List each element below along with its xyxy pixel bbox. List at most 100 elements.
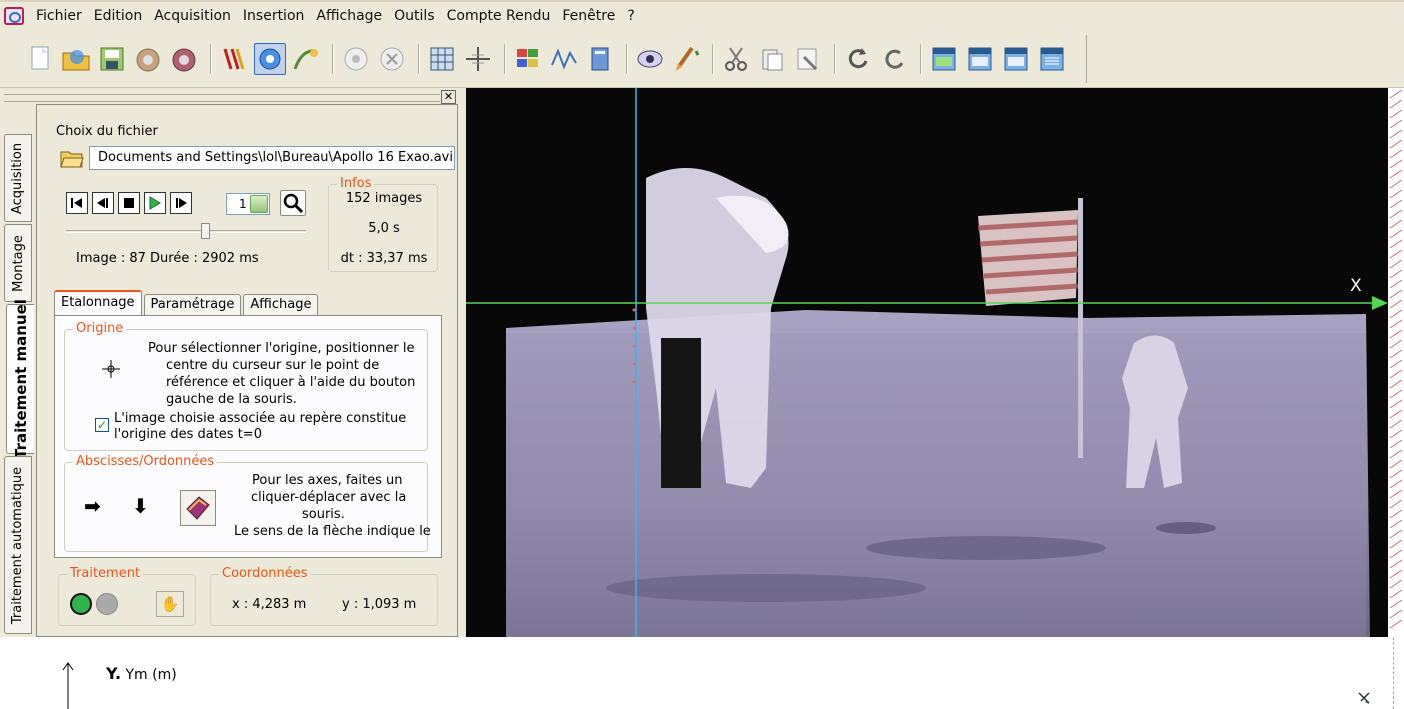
path-icon[interactable]: [290, 43, 322, 75]
spinner-arrows-icon[interactable]: [250, 195, 268, 213]
origine-text-1: Pour sélectionner l'origine, positionner…: [148, 341, 415, 356]
help-book-button[interactable]: [180, 490, 216, 526]
origine-text-4: gauche de la souris.: [166, 392, 297, 407]
menu-fichier[interactable]: Fichier: [30, 3, 88, 29]
abscisses-title: Abscisses/Ordonnées: [73, 454, 218, 469]
file-path-field[interactable]: Documents and Settings\lol\Bureau\Apollo…: [89, 146, 455, 170]
window-icon-2[interactable]: [964, 43, 996, 75]
menu-fenetre[interactable]: Fenêtre: [556, 3, 621, 29]
print-preview-icon[interactable]: [168, 43, 200, 75]
info-duration: 5,0 s: [368, 221, 400, 236]
print-icon[interactable]: [132, 43, 164, 75]
coord-y: y : 1,093 m: [342, 597, 417, 612]
absc-text-1: Pour les axes, faites un: [252, 473, 403, 488]
hand-icon[interactable]: ✋: [156, 591, 184, 617]
tab-montage[interactable]: Montage: [4, 224, 32, 302]
toolbar-separator: [418, 43, 420, 74]
arrow-down-icon[interactable]: ⬇: [132, 494, 149, 518]
settings-tabs: Etalonnage Paramétrage Affichage: [54, 290, 320, 316]
menu-acquisition[interactable]: Acquisition: [148, 3, 237, 29]
toolbar-separator: [332, 43, 334, 74]
tab-label: Acquisition: [10, 142, 26, 214]
arrow-right-icon[interactable]: ➡: [84, 494, 101, 518]
refresh-target-icon[interactable]: [254, 42, 286, 75]
infos-title: Infos: [337, 176, 375, 191]
absc-text-4: Le sens de la flèche indique le: [234, 524, 431, 539]
stop-button[interactable]: [118, 192, 140, 214]
frame-step-spinner[interactable]: 1: [226, 193, 270, 215]
menu-insertion[interactable]: Insertion: [237, 3, 310, 29]
traitement-title: Traitement: [67, 566, 144, 581]
brush-icon[interactable]: [670, 43, 702, 75]
curve-icon[interactable]: [548, 43, 580, 75]
toolbar-separator: [712, 43, 714, 74]
origine-text-3: référence et cliquer à l'aide du bouton: [166, 375, 416, 390]
prev-frame-button[interactable]: [92, 192, 114, 214]
info-images: 152 images: [345, 191, 423, 206]
moon-scene-image: [466, 88, 1404, 637]
toolbar-separator: [626, 43, 628, 74]
crosshair-icon: [102, 360, 120, 378]
x-axis-label: X: [1350, 276, 1362, 296]
undo-icon[interactable]: [842, 43, 874, 75]
origine-dates-checkbox[interactable]: ✓: [95, 418, 109, 432]
first-frame-button[interactable]: [66, 192, 88, 214]
window-icon-1[interactable]: [928, 43, 960, 75]
tab-traitement-automatique[interactable]: Traitement automatique: [4, 456, 32, 634]
tab-traitement-manuel[interactable]: Traitement manuel: [6, 299, 34, 459]
menu-bar: Fichier Edition Acquisition Insertion Af…: [0, 0, 1404, 30]
window-icon-4[interactable]: [1036, 43, 1068, 75]
circle-icon[interactable]: [340, 43, 372, 75]
save-icon[interactable]: [96, 43, 128, 75]
toolbar-separator: [504, 43, 506, 74]
open-file-icon[interactable]: [60, 148, 84, 168]
tab-label: Montage: [10, 234, 26, 292]
open-folder-icon[interactable]: [60, 43, 92, 75]
zoom-button[interactable]: [280, 190, 306, 216]
axes-icon[interactable]: [462, 43, 494, 75]
play-button[interactable]: [144, 192, 166, 214]
start-processing-button[interactable]: [70, 593, 92, 615]
menu-help[interactable]: ?: [621, 3, 640, 29]
magnet-icon[interactable]: [218, 43, 250, 75]
tab-label: Traitement manuel: [11, 299, 30, 459]
clear-icon[interactable]: [792, 43, 824, 75]
video-frame[interactable]: X: [466, 88, 1404, 637]
scissors-icon[interactable]: [720, 43, 752, 75]
toolbar-separator: [834, 43, 836, 74]
tab-acquisition[interactable]: Acquisition: [4, 134, 32, 222]
menu-affichage[interactable]: Affichage: [310, 3, 388, 29]
close-circle-icon[interactable]: [376, 43, 408, 75]
absc-text-2: cliquer-déplacer avec la: [251, 490, 407, 505]
frame-step-value: 1: [239, 197, 247, 211]
toolbar-separator: [920, 43, 922, 74]
tab-etalonnage[interactable]: Etalonnage: [54, 290, 142, 316]
eye-icon[interactable]: [634, 43, 666, 75]
origine-title: Origine: [73, 321, 127, 336]
frame-slider-thumb[interactable]: [201, 223, 211, 239]
menu-outils[interactable]: Outils: [388, 3, 440, 29]
frame-slider-track[interactable]: [66, 230, 306, 233]
menu-compte-rendu[interactable]: Compte Rendu: [441, 3, 557, 29]
grid-icon[interactable]: [426, 43, 458, 75]
redo-icon[interactable]: [878, 43, 910, 75]
palette-icon[interactable]: [512, 43, 544, 75]
tab-affichage[interactable]: Affichage: [243, 294, 319, 316]
info-dt: dt : 33,37 ms: [340, 251, 428, 266]
app-icon[interactable]: [4, 7, 24, 25]
paste-icon[interactable]: [756, 43, 788, 75]
window-icon-3[interactable]: [1000, 43, 1032, 75]
stop-processing-button[interactable]: [96, 593, 118, 615]
checkbox-label-2: l'origine des dates t=0: [114, 427, 262, 442]
pin-icon[interactable]: [1356, 690, 1372, 706]
menu-edition[interactable]: Edition: [88, 3, 148, 29]
y-axis-label: Y. Ym (m): [106, 664, 177, 683]
next-frame-button[interactable]: [170, 192, 192, 214]
book-icon[interactable]: [584, 43, 616, 75]
panel-close-button[interactable]: ✕: [441, 90, 456, 104]
new-icon[interactable]: [24, 43, 56, 75]
panel-grip[interactable]: [4, 94, 440, 102]
file-choice-label: Choix du fichier: [56, 124, 158, 139]
toolbar-separator: [210, 43, 212, 74]
tab-parametrage[interactable]: Paramétrage: [143, 294, 242, 316]
